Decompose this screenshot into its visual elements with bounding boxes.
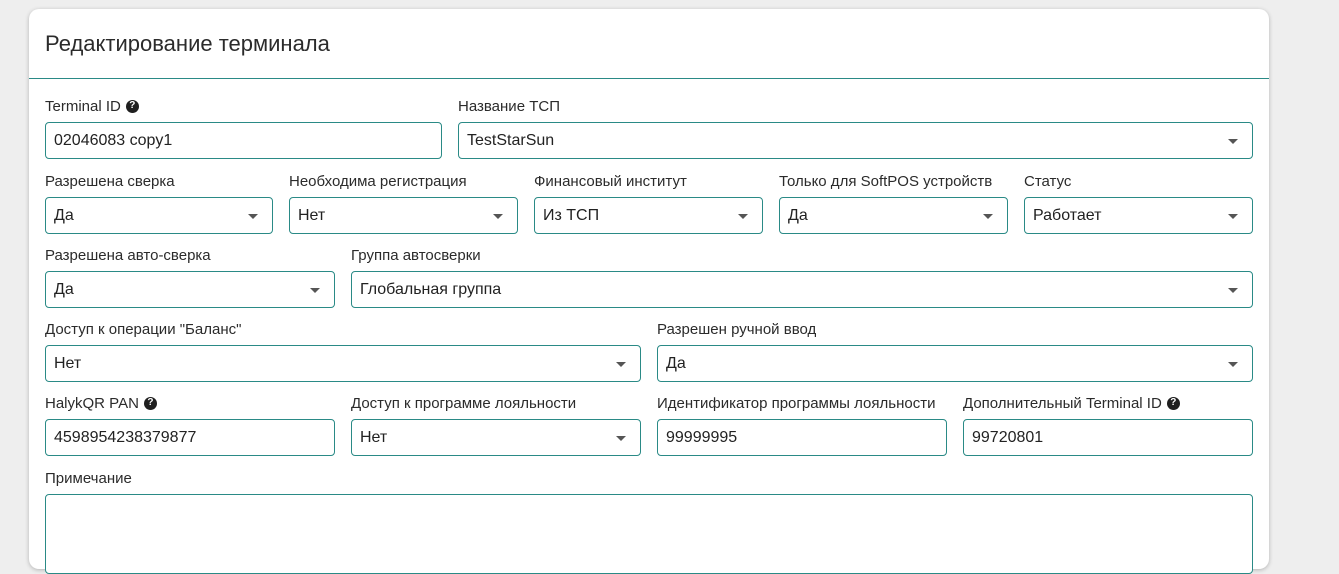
loyalty-id-input[interactable]: 99999995 (657, 419, 947, 456)
auto-group-select[interactable]: Глобальная группа (351, 271, 1253, 308)
manual-input-select[interactable]: Да (657, 345, 1253, 382)
balance-access-label: Доступ к операции "Баланс" (45, 320, 242, 338)
tsp-name-label: Название ТСП (458, 97, 560, 115)
note-field: Примечание (45, 469, 1253, 574)
manual-input-label: Разрешен ручной ввод (657, 320, 817, 338)
chevron-down-icon (983, 213, 993, 219)
registration-label: Необходима регистрация (289, 172, 467, 190)
fin-institute-select[interactable]: Из ТСП (534, 197, 763, 234)
loyalty-access-select[interactable]: Нет (351, 419, 641, 456)
chevron-down-icon (1228, 138, 1238, 144)
chevron-down-icon (1228, 213, 1238, 219)
auto-reconciliation-select[interactable]: Да (45, 271, 335, 308)
fin-institute-field: Финансовый институт Из ТСП (534, 172, 763, 234)
reconciliation-select[interactable]: Да (45, 197, 273, 234)
terminal-id-field: Terminal ID ? 02046083 copy1 (45, 97, 442, 159)
chevron-down-icon (738, 213, 748, 219)
loyalty-access-label: Доступ к программе лояльности (351, 394, 577, 412)
tsp-name-select[interactable]: TestStarSun (458, 122, 1253, 159)
halykqr-pan-input[interactable]: 4598954238379877 (45, 419, 335, 456)
reconciliation-field: Разрешена сверка Да (45, 172, 273, 234)
fin-institute-label: Финансовый институт (534, 172, 687, 190)
loyalty-id-label: Идентификатор программы лояльности (657, 394, 936, 412)
chevron-down-icon (248, 213, 258, 219)
chevron-down-icon (493, 213, 503, 219)
softpos-select[interactable]: Да (779, 197, 1008, 234)
balance-access-field: Доступ к операции "Баланс" Нет (45, 320, 641, 382)
status-field: Статус Работает (1024, 172, 1253, 234)
extra-terminal-id-input[interactable]: 99720801 (963, 419, 1253, 456)
extra-terminal-id-label: Дополнительный Terminal ID (963, 394, 1162, 412)
chevron-down-icon (1228, 287, 1238, 293)
status-select[interactable]: Работает (1024, 197, 1253, 234)
card-header: Редактирование терминала (29, 9, 1269, 79)
terminal-id-label: Terminal ID (45, 97, 121, 115)
chevron-down-icon (616, 435, 626, 441)
registration-select[interactable]: Нет (289, 197, 518, 234)
tsp-name-field: Название ТСП TestStarSun (458, 97, 1253, 159)
loyalty-id-field: Идентификатор программы лояльности 99999… (657, 394, 947, 456)
help-icon[interactable]: ? (143, 396, 157, 410)
chevron-down-icon (310, 287, 320, 293)
halykqr-pan-label: HalykQR PAN (45, 394, 139, 412)
chevron-down-icon (1228, 361, 1238, 367)
auto-group-field: Группа автосверки Глобальная группа (351, 246, 1253, 308)
note-textarea[interactable] (45, 494, 1253, 574)
extra-terminal-id-field: Дополнительный Terminal ID ? 99720801 (963, 394, 1253, 456)
halykqr-pan-field: HalykQR PAN ? 4598954238379877 (45, 394, 335, 456)
auto-reconciliation-field: Разрешена авто-сверка Да (45, 246, 335, 308)
reconciliation-label: Разрешена сверка (45, 172, 175, 190)
softpos-label: Только для SoftPOS устройств (779, 172, 993, 190)
help-icon[interactable]: ? (125, 99, 139, 113)
softpos-field: Только для SoftPOS устройств Да (779, 172, 1008, 234)
help-icon[interactable]: ? (1166, 396, 1180, 410)
manual-input-field: Разрешен ручной ввод Да (657, 320, 1253, 382)
page-title: Редактирование терминала (45, 31, 330, 56)
status-label: Статус (1024, 172, 1072, 190)
note-label: Примечание (45, 469, 132, 487)
auto-reconciliation-label: Разрешена авто-сверка (45, 246, 211, 264)
chevron-down-icon (616, 361, 626, 367)
edit-terminal-card: Редактирование терминала Terminal ID ? 0… (29, 9, 1269, 574)
registration-field: Необходима регистрация Нет (289, 172, 518, 234)
terminal-id-input[interactable]: 02046083 copy1 (45, 122, 442, 159)
balance-access-select[interactable]: Нет (45, 345, 641, 382)
loyalty-access-field: Доступ к программе лояльности Нет (351, 394, 641, 456)
auto-group-label: Группа автосверки (351, 246, 481, 264)
